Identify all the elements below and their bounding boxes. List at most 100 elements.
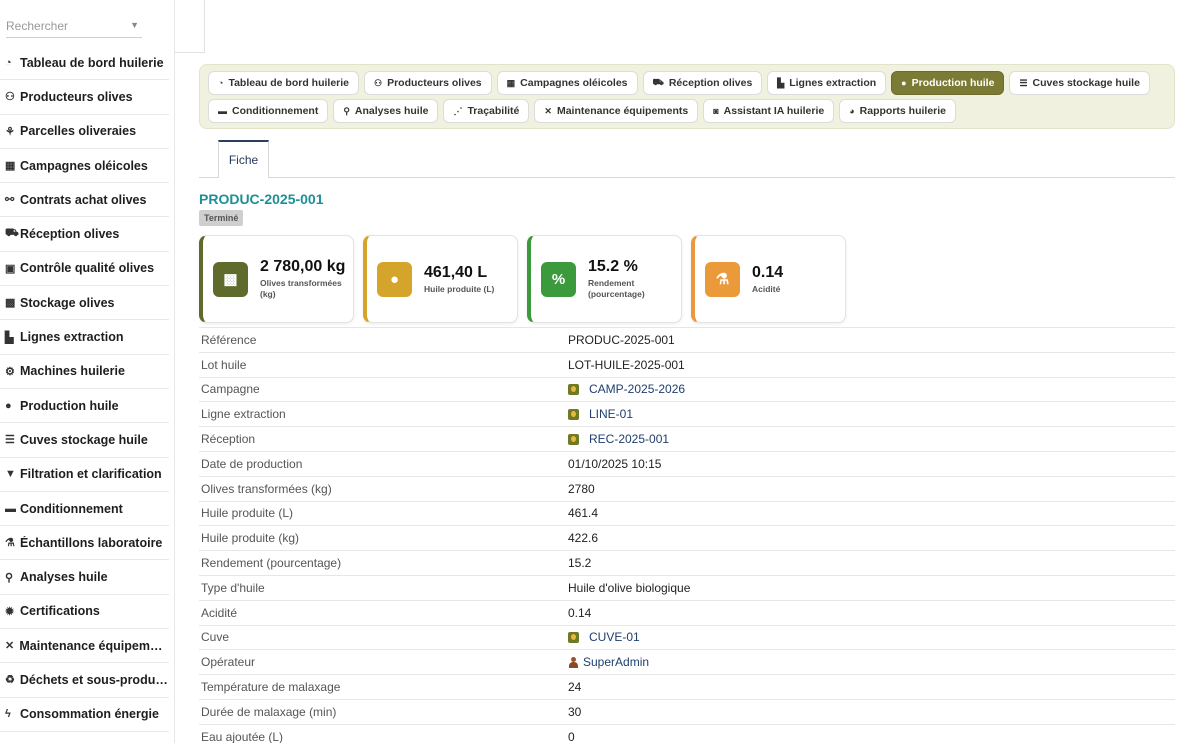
module-nav-label: Traçabilité	[467, 105, 520, 117]
module-nav-button[interactable]: ▬ Conditionnement	[208, 99, 329, 123]
module-nav-label: Production huile	[911, 77, 995, 89]
module-nav-label: Cuves stockage huile	[1032, 77, 1140, 89]
user-icon	[568, 656, 579, 668]
detail-value-cell: 15.2	[568, 556, 591, 570]
sidebar-item[interactable]: ▣ Contrôle qualité olives	[0, 252, 169, 287]
detail-value-cell: PRODUC-2025-001	[568, 333, 675, 347]
module-nav-label: Conditionnement	[232, 105, 319, 117]
detail-link[interactable]: LINE-01	[589, 407, 633, 421]
module-nav-button[interactable]: ▦ Campagnes oléicoles	[496, 71, 638, 95]
detail-value-cell: 01/10/2025 10:15	[568, 457, 661, 471]
detail-value: 24	[568, 680, 582, 695]
seedling-icon: ⚘	[5, 125, 15, 138]
module-nav-label: Analyses huile	[354, 105, 429, 117]
detail-key: Campagne	[201, 382, 260, 397]
module-nav-button[interactable]: ⚇ Producteurs olives	[364, 71, 492, 95]
sidebar-item[interactable]: ▬ Conditionnement	[0, 492, 169, 527]
sidebar-item[interactable]: ♻ Déchets et sous-produits	[0, 663, 169, 698]
detail-key: Référence	[201, 332, 257, 347]
module-nav-button[interactable]: ☰ Cuves stockage huile	[1009, 71, 1150, 95]
detail-row: Température de malaxage 24	[199, 674, 1175, 699]
oil-drop-icon: ●	[377, 261, 412, 297]
sidebar-item-label: Certifications	[20, 604, 100, 619]
record-details-table: Référence PRODUC-2025-001 Lot huile LOT-HUI…	[199, 327, 1175, 743]
kpi-value: 15.2 %	[588, 258, 638, 275]
detail-value-cell: 461.4	[568, 506, 598, 520]
sidebar-item[interactable]: ✹ Certifications	[0, 595, 169, 630]
detail-link[interactable]: SuperAdmin	[583, 655, 649, 669]
module-nav-button[interactable]: ✕ Maintenance équipements	[534, 99, 699, 123]
sidebar-item[interactable]: ϟ Consommation énergie	[0, 698, 169, 732]
sidebar-item-label: Échantillons laboratoire	[20, 535, 163, 550]
box-icon: ▬	[218, 106, 227, 116]
oil-drop-icon: ●	[5, 399, 12, 412]
detail-value-cell: CAMP-2025-2026	[568, 382, 685, 396]
calendar-icon: ▦	[5, 160, 16, 173]
sidebar-item[interactable]: ● Production huile	[0, 389, 169, 424]
module-nav-button[interactable]: ▙ Lignes extraction	[767, 71, 887, 95]
sidebar-item[interactable]: ⚘ Parcelles oliveraies	[0, 115, 169, 149]
detail-row: Cuve CUVE-01	[199, 624, 1175, 650]
detail-value-cell: Huile d'olive biologique	[568, 581, 690, 595]
sidebar-item-label: Tableau de bord huilerie	[20, 55, 164, 70]
sidebar-item-label: Lignes extraction	[20, 330, 124, 345]
sidebar-item[interactable]: ◔ Tableau de bord huilerie	[0, 46, 169, 81]
module-nav-button[interactable]: ⚲ Analyses huile	[333, 99, 439, 123]
sidebar-item-label: Producteurs olives	[20, 89, 133, 104]
sidebar-item[interactable]: ⚯ Contrats achat olives	[0, 183, 169, 218]
robot-icon: ◙	[713, 106, 719, 116]
detail-row: Opérateur SuperAdmin	[199, 649, 1175, 674]
sidebar-item-label: Parcelles oliveraies	[20, 124, 137, 139]
tab-bar: Fiche	[199, 140, 1175, 178]
module-nav-panel: ◔ Tableau de bord huilerie ⚇ Producteurs ol…	[199, 64, 1175, 129]
detail-value-cell: 0.14	[568, 606, 591, 620]
detail-link[interactable]: CAMP-2025-2026	[589, 382, 685, 396]
sidebar-item-label: Contrats achat olives	[20, 192, 147, 207]
gauge-icon: ◔	[5, 56, 12, 69]
detail-value-cell: 2780	[568, 482, 595, 496]
bolt-icon: ϟ	[5, 708, 11, 721]
sidebar-item[interactable]: ⚲ Analyses huile	[0, 560, 169, 595]
detail-value: 422.6	[568, 531, 599, 546]
kpi-label: Rendement (pourcentage)	[588, 278, 645, 299]
detail-value: LOT-HUILE-2025-001	[568, 357, 685, 372]
database-icon: ☰	[5, 434, 15, 447]
sidebar-item[interactable]: ⚗ Échantillons laboratoire	[0, 526, 169, 561]
sidebar-item[interactable]: ☰ Cuves stockage huile	[0, 423, 169, 458]
detail-value-cell: 30	[568, 705, 581, 719]
module-nav-button[interactable]: ● Production huile	[891, 71, 1005, 95]
detail-value: 2780	[568, 481, 595, 496]
module-nav-button[interactable]: ◙ Assistant IA huilerie	[703, 99, 835, 123]
filter-icon: ▼	[5, 468, 16, 481]
detail-value: PRODUC-2025-001	[568, 332, 675, 347]
industry-icon: ▙	[5, 331, 14, 344]
chevron-down-icon[interactable]: ▼	[130, 20, 139, 30]
sidebar-item[interactable]: ✕ Maintenance équipements	[0, 629, 169, 664]
sidebar-item[interactable]: ▼ Filtration et clarification	[0, 458, 169, 492]
detail-row: Huile produite (kg) 422.6	[199, 525, 1175, 550]
module-nav-label: Producteurs olives	[387, 77, 482, 89]
module-nav-button[interactable]: ◔ Tableau de bord huilerie	[208, 71, 360, 95]
search-input[interactable]: Rechercher ▼	[6, 19, 142, 38]
detail-link[interactable]: REC-2025-001	[589, 432, 669, 446]
detail-row: Type d'huile Huile d'olive biologique	[199, 574, 1175, 600]
detail-link[interactable]: CUVE-01	[589, 630, 640, 644]
module-nav-button[interactable]: ◕ Rapports huilerie	[839, 99, 957, 123]
tab-fiche[interactable]: Fiche	[218, 140, 269, 178]
cogs-icon: ⚙	[5, 365, 15, 378]
kpi-label: Huile produite (L)	[424, 283, 495, 294]
sidebar-item[interactable]: ▦ Campagnes oléicoles	[0, 149, 169, 184]
truck-icon: ⛟	[5, 227, 19, 240]
module-nav-button[interactable]: ⛟ Réception olives	[642, 71, 763, 95]
sidebar-item[interactable]: ⛟ Réception olives	[0, 217, 169, 252]
sidebar-item[interactable]: ▩ Stockage olives	[0, 286, 169, 321]
sidebar-item[interactable]: ⚇ Producteurs olives	[0, 80, 169, 115]
detail-row: Acidité 0.14	[199, 599, 1175, 625]
detail-row: Référence PRODUC-2025-001	[199, 327, 1175, 352]
module-nav-button[interactable]: ⋰ Traçabilité	[443, 99, 530, 123]
kpi-label: Acidité	[752, 283, 781, 294]
olive-badge-icon	[568, 433, 579, 445]
detail-row: Lot huile LOT-HUILE-2025-001	[199, 351, 1175, 377]
sidebar-item[interactable]: ▙ Lignes extraction	[0, 320, 169, 355]
sidebar-item[interactable]: ⚙ Machines huilerie	[0, 355, 169, 389]
